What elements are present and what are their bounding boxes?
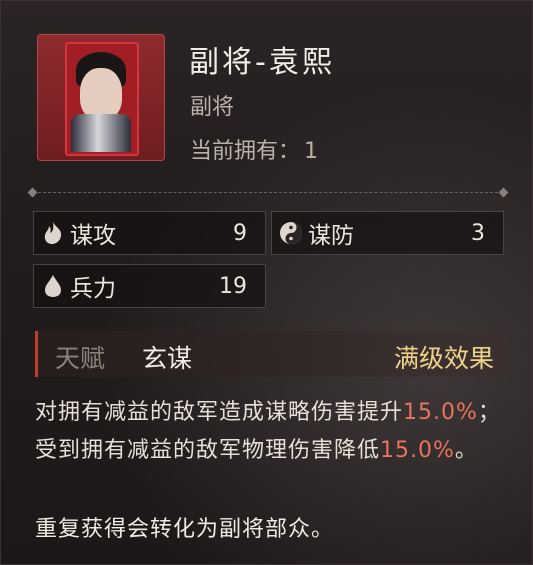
talent-description: 对拥有减益的敌军造成谋略伤害提升15.0%；受到拥有减益的敌军物理伤害降低15.… (35, 394, 505, 470)
stat-label: 谋防 (308, 223, 354, 249)
stat-value: 19 (219, 273, 247, 299)
description-text: 。 (454, 438, 478, 463)
duplicate-note: 重复获得会转化为副将部众。 (35, 517, 335, 542)
talent-name: 玄谋 (142, 344, 193, 373)
description-text: 对拥有减益的敌军造成谋略伤害提升 (35, 400, 404, 425)
general-portrait (37, 34, 165, 161)
stat-strategy-attack: 谋攻 9 (33, 211, 266, 255)
owned-count: 1 (304, 139, 319, 164)
talent-level-label: 满级效果 (393, 344, 494, 373)
droplet-icon (37, 270, 69, 302)
card-title: 副将-袁熙 (189, 45, 335, 80)
section-divider (33, 192, 503, 193)
talent-header: 天赋 玄谋 满级效果 (35, 331, 506, 377)
portrait-face (80, 68, 122, 120)
highlight-percent: 15.0% (380, 438, 455, 463)
portrait-card-frame (65, 42, 139, 156)
card-type: 副将 (190, 95, 235, 120)
stat-value: 9 (233, 220, 247, 246)
owned-count-row: 当前拥有： 1 (190, 133, 318, 165)
stat-strategy-defense: 谋防 3 (271, 211, 504, 255)
flame-icon (37, 217, 69, 249)
stat-value: 3 (471, 220, 485, 246)
portrait-robe (71, 114, 131, 152)
stat-label: 兵力 (70, 276, 116, 302)
yin-yang-icon (275, 217, 307, 249)
stat-label: 谋攻 (70, 223, 116, 249)
highlight-percent: 15.0% (403, 400, 478, 425)
owned-label: 当前拥有： (190, 139, 301, 164)
talent-tag: 天赋 (55, 344, 106, 373)
card-detail-panel: 副将-袁熙 副将 当前拥有： 1 谋攻 9 谋防 3 兵力 19 天赋 玄谋 满… (0, 0, 533, 565)
stat-troops: 兵力 19 (33, 264, 266, 308)
